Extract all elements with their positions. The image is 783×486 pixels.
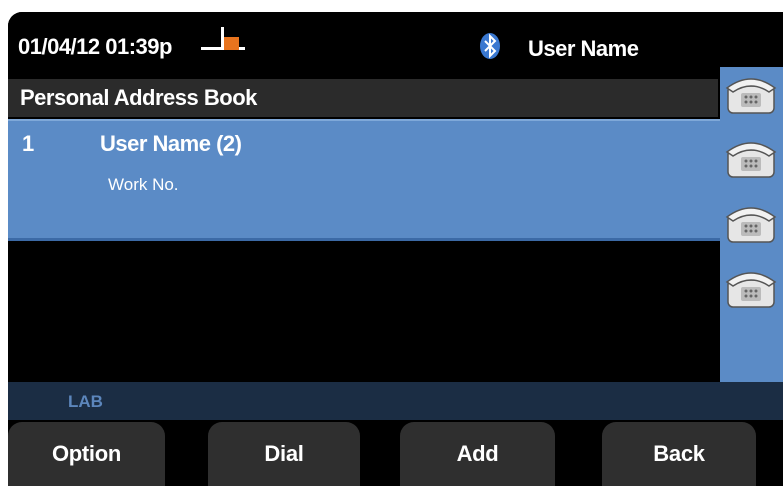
softkey-bar: Option Dial Add Back	[8, 420, 783, 486]
bluetooth-icon	[479, 32, 501, 60]
list-item-name: User Name (2)	[100, 131, 242, 156]
list-item[interactable]: 1 User Name (2) Work No.	[8, 119, 720, 241]
phone-icon	[723, 142, 779, 185]
page-title: Personal Address Book	[20, 85, 257, 110]
status-bar: 01/04/12 01:39p User Name	[8, 12, 783, 67]
option-button[interactable]: Option	[8, 422, 165, 486]
line-key-4[interactable]	[723, 267, 779, 311]
label-text: LAB	[68, 392, 103, 411]
line-key-2[interactable]	[723, 137, 779, 181]
line-key-1[interactable]	[723, 73, 779, 117]
line-status-icon	[201, 26, 245, 56]
title-bar: Personal Address Book	[8, 79, 718, 117]
add-button[interactable]: Add	[400, 422, 555, 486]
dial-button[interactable]: Dial	[208, 422, 360, 486]
phone-display: 01/04/12 01:39p User Name Personal Addre…	[8, 12, 783, 486]
line-key-3[interactable]	[723, 202, 779, 246]
phone-icon	[723, 78, 779, 121]
list-item-subtitle: Work No.	[108, 175, 179, 194]
phone-icon	[723, 272, 779, 315]
datetime: 01/04/12 01:39p	[18, 34, 172, 59]
phone-icon	[723, 207, 779, 250]
list-item-index: 1	[22, 131, 35, 156]
line-key-column	[720, 67, 783, 382]
label-bar: LAB	[8, 382, 783, 420]
user-name: User Name	[528, 36, 639, 61]
back-button[interactable]: Back	[602, 422, 756, 486]
